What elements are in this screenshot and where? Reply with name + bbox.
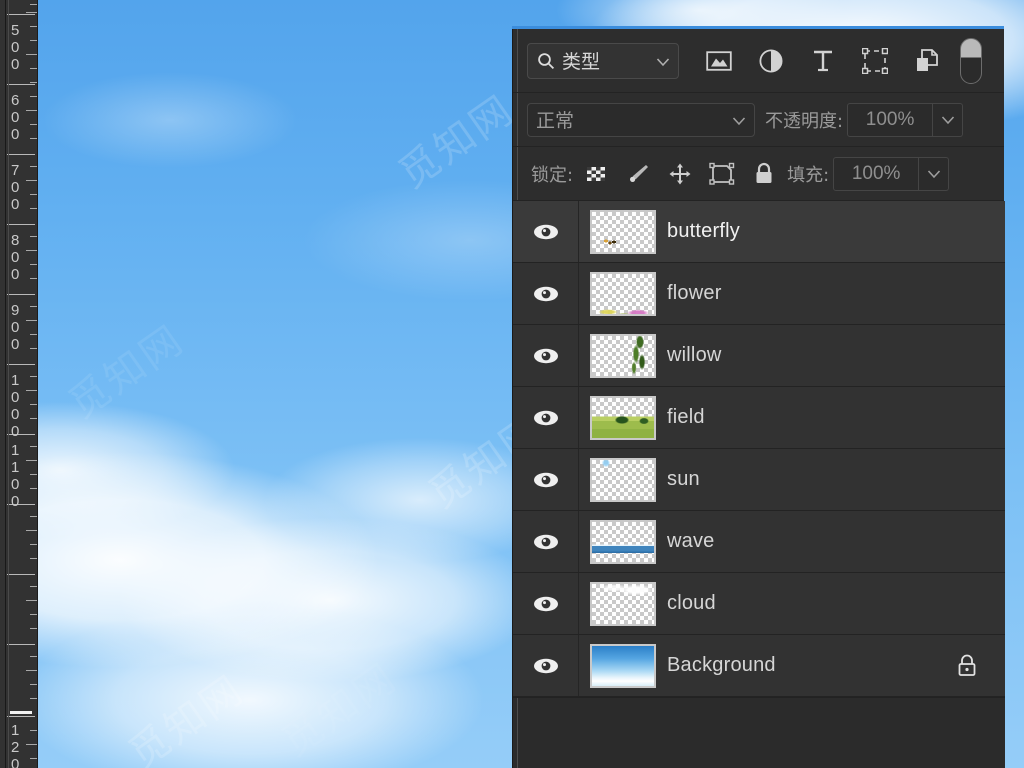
adjustment-layer-filter-icon[interactable] <box>757 47 785 75</box>
eye-icon <box>533 658 558 673</box>
layer-thumbnail <box>590 519 656 564</box>
layer-thumbnail-cell[interactable] <box>579 209 667 254</box>
layer-thumbnail <box>590 209 656 254</box>
layer-name: cloud <box>667 592 716 614</box>
fill-label: 填充: <box>787 164 830 186</box>
ruler-guide-marker[interactable] <box>10 711 32 714</box>
layer-thumbnail-cell[interactable] <box>579 395 667 440</box>
layer-visibility-toggle[interactable] <box>513 449 579 510</box>
eye-icon <box>533 534 558 549</box>
eye-icon <box>533 596 558 611</box>
opacity-label: 不透明度: <box>765 110 844 132</box>
layer-name: flower <box>667 282 722 304</box>
eye-icon <box>533 224 558 239</box>
magnifier-icon <box>536 51 556 71</box>
layer-list-empty-area[interactable]: 觅知网 <box>274 654 1005 768</box>
layer-filter-kind-icons <box>705 47 941 75</box>
blend-mode-select[interactable]: 正常 <box>527 102 755 137</box>
fill-stepper[interactable] <box>919 156 950 191</box>
eye-icon <box>533 472 558 487</box>
blend-mode-value: 正常 <box>536 110 575 132</box>
table-row[interactable]: wave <box>513 511 1005 573</box>
lock-transparency-icon[interactable] <box>583 161 609 187</box>
lock-artboard-nesting-icon[interactable] <box>709 161 735 187</box>
layer-visibility-toggle[interactable] <box>513 263 579 324</box>
layer-thumbnail-cell[interactable] <box>579 643 667 688</box>
layer-name: sun <box>667 468 700 490</box>
lock-bar: 锁定: 填充: 100% <box>513 147 1004 201</box>
lock-all-icon[interactable] <box>751 161 777 187</box>
type-layer-filter-icon[interactable] <box>809 47 837 75</box>
lock-toggle-group <box>583 161 777 187</box>
ruler-label: 700 <box>11 162 20 213</box>
layer-thumbnail-cell[interactable] <box>579 271 667 316</box>
ruler-label: 120 <box>11 722 20 768</box>
layer-thumbnail-cell[interactable] <box>579 333 667 378</box>
layer-filter-kind-value: 类型 <box>562 51 601 73</box>
layer-thumbnail <box>590 395 656 440</box>
layer-thumbnail <box>590 581 656 626</box>
photoshop-window: 觅知网 觅知网 觅知网 觅知网 5 0 0 6 0 0 7 0 0 8 0 0 … <box>0 0 1024 768</box>
layer-name: willow <box>667 344 722 366</box>
chevron-down-icon[interactable] <box>732 109 746 131</box>
layer-list[interactable]: butterfly flower willow field sun wave c… <box>513 201 1005 697</box>
layer-filter-kind-select[interactable]: 类型 <box>527 42 679 79</box>
layer-visibility-toggle[interactable] <box>513 511 579 572</box>
lock-icon <box>958 654 976 676</box>
smart-object-filter-icon[interactable] <box>913 47 941 75</box>
layer-thumbnail-cell[interactable] <box>579 581 667 626</box>
ruler-label: 800 <box>11 232 20 283</box>
table-row[interactable]: field <box>513 387 1005 449</box>
ruler-label: 900 <box>11 302 20 353</box>
layer-locked-indicator <box>955 653 979 679</box>
layer-name: field <box>667 406 705 428</box>
filter-enable-toggle[interactable] <box>960 37 982 84</box>
layer-visibility-toggle[interactable] <box>513 387 579 448</box>
layer-thumbnail-cell[interactable] <box>579 457 667 502</box>
layer-thumbnail <box>590 271 656 316</box>
watermark: 觅知网 <box>60 316 193 429</box>
ruler-label: 1100 <box>11 442 20 510</box>
ruler-label: 600 <box>11 92 20 143</box>
layer-filter-bar: 类型 <box>513 29 1004 93</box>
lock-position-icon[interactable] <box>667 161 693 187</box>
opacity-stepper[interactable] <box>933 102 964 137</box>
lock-label: 锁定: <box>531 164 574 186</box>
table-row[interactable]: willow <box>513 325 1005 387</box>
layer-name: wave <box>667 530 715 552</box>
eye-icon <box>533 286 558 301</box>
layer-visibility-toggle[interactable] <box>513 573 579 634</box>
ruler-label: 500 <box>11 22 20 73</box>
table-row[interactable]: cloud <box>513 573 1005 635</box>
layer-visibility-toggle[interactable] <box>513 325 579 386</box>
blend-mode-bar: 正常 不透明度: 100% <box>513 93 1004 147</box>
layer-thumbnail <box>590 333 656 378</box>
opacity-input[interactable]: 100% <box>847 102 934 137</box>
lock-image-pixels-icon[interactable] <box>625 161 651 187</box>
ruler-label: 1000 <box>11 372 20 440</box>
watermark: 觅知网 <box>390 86 523 199</box>
eye-icon <box>533 410 558 425</box>
shape-layer-filter-icon[interactable] <box>861 47 889 75</box>
fill-input[interactable]: 100% <box>833 156 920 191</box>
layers-panel: 类型 正常 不透明度: 100% 锁定: 填充: 100% butterfly … <box>274 29 1005 768</box>
chevron-down-icon[interactable] <box>656 50 670 72</box>
table-row[interactable]: Background <box>513 635 1005 697</box>
eye-icon <box>533 348 558 363</box>
table-row[interactable]: flower <box>513 263 1005 325</box>
table-row[interactable]: sun <box>513 449 1005 511</box>
layer-thumbnail-cell[interactable] <box>579 519 667 564</box>
vertical-ruler[interactable]: 500 600 700 800 900 1000 1100 120 <box>0 0 38 768</box>
watermark: 觅知网 <box>120 666 253 768</box>
table-row[interactable]: butterfly <box>513 201 1005 263</box>
layer-name: Background <box>667 654 776 676</box>
layer-thumbnail <box>590 643 656 688</box>
layer-thumbnail <box>590 457 656 502</box>
layer-visibility-toggle[interactable] <box>513 201 579 262</box>
pixel-layer-filter-icon[interactable] <box>705 47 733 75</box>
layer-name: butterfly <box>667 220 740 242</box>
layer-visibility-toggle[interactable] <box>513 635 579 696</box>
